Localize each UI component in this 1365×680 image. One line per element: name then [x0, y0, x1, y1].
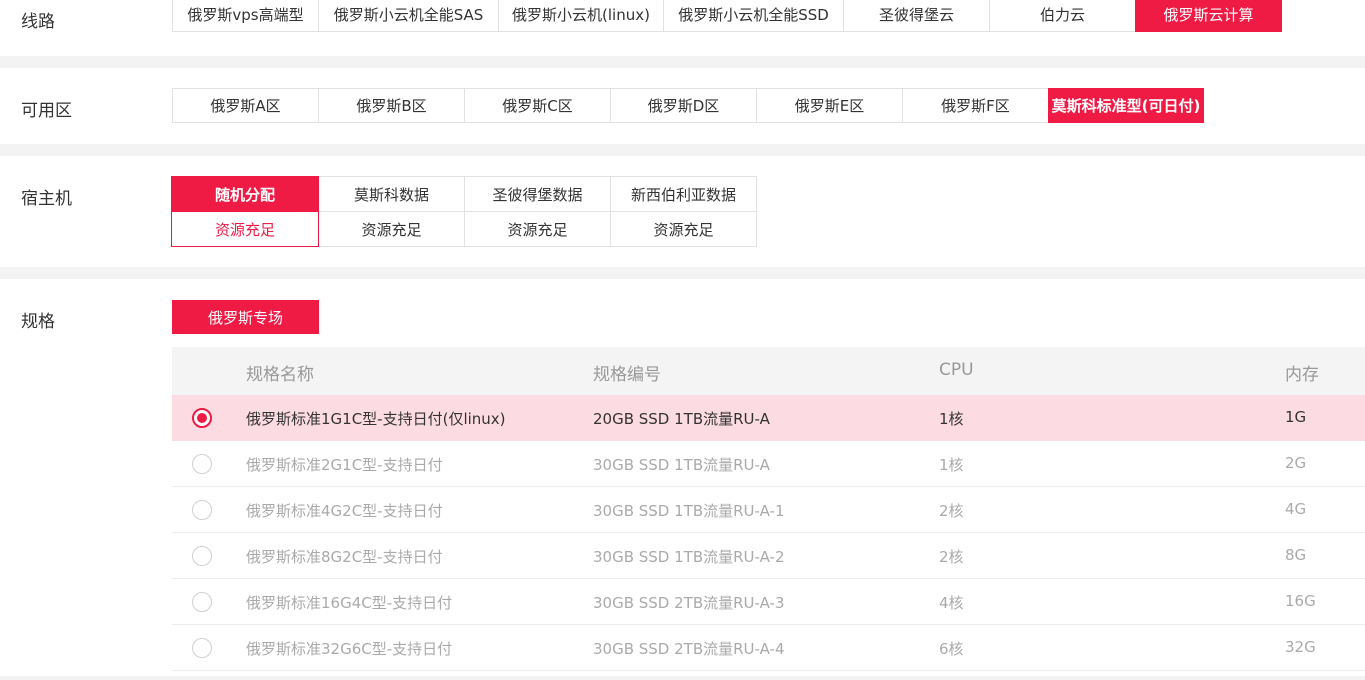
- host-options: 随机分配 莫斯科数据 圣彼得堡数据 新西伯利亚数据 资源充足 资源充足 资源充足…: [171, 176, 757, 247]
- line-option[interactable]: 俄罗斯小云机全能SSD: [663, 0, 844, 32]
- zone-option[interactable]: 俄罗斯C区: [464, 88, 611, 123]
- row-mem: 8G: [1285, 546, 1307, 564]
- row-code: 30GB SSD 1TB流量RU-A: [593, 456, 770, 474]
- line-options: 俄罗斯vps高端型 俄罗斯小云机全能SAS 俄罗斯小云机(linux) 俄罗斯小…: [172, 0, 1282, 32]
- line-option-active[interactable]: 俄罗斯云计算: [1135, 0, 1282, 32]
- row-cpu: 2核: [939, 502, 964, 520]
- line-option[interactable]: 俄罗斯小云机(linux): [498, 0, 664, 32]
- zone-label: 可用区: [21, 101, 72, 121]
- row-name: 俄罗斯标准2G1C型-支持日付: [246, 456, 443, 474]
- line-option[interactable]: 俄罗斯vps高端型: [172, 0, 319, 32]
- table-header: 规格名称 规格编号 CPU 内存: [172, 347, 1365, 395]
- col-header-cpu: CPU: [939, 360, 974, 380]
- row-name: 俄罗斯标准16G4C型-支持日付: [246, 594, 453, 612]
- host-status-active[interactable]: 资源充足: [171, 211, 319, 247]
- row-name: 俄罗斯标准4G2C型-支持日付: [246, 502, 443, 520]
- col-header-mem: 内存: [1285, 365, 1319, 385]
- row-cpu: 6核: [939, 640, 964, 658]
- zone-option[interactable]: 俄罗斯F区: [902, 88, 1049, 123]
- table-row[interactable]: 俄罗斯标准8G2C型-支持日付 30GB SSD 1TB流量RU-A-2 2核 …: [172, 533, 1365, 579]
- row-mem: 1G: [1285, 408, 1307, 426]
- table-row[interactable]: 俄罗斯标准32G6C型-支持日付 30GB SSD 2TB流量RU-A-4 6核…: [172, 625, 1365, 671]
- row-name: 俄罗斯标准32G6C型-支持日付: [246, 640, 453, 658]
- spec-group-button[interactable]: 俄罗斯专场: [172, 300, 319, 334]
- host-option[interactable]: 莫斯科数据: [318, 176, 465, 212]
- line-option[interactable]: 圣彼得堡云: [843, 0, 990, 32]
- spec-section: 规格 俄罗斯专场 规格名称 规格编号 CPU 内存 俄罗斯标准1G1C型-支持日…: [0, 279, 1365, 676]
- host-status[interactable]: 资源充足: [610, 211, 757, 247]
- row-mem: 4G: [1285, 500, 1307, 518]
- zone-option[interactable]: 俄罗斯D区: [610, 88, 757, 123]
- radio-button[interactable]: [192, 500, 212, 520]
- row-code: 20GB SSD 1TB流量RU-A: [593, 410, 770, 428]
- line-section: 线路 俄罗斯vps高端型 俄罗斯小云机全能SAS 俄罗斯小云机(linux) 俄…: [0, 0, 1365, 56]
- row-mem: 16G: [1285, 592, 1316, 610]
- table-row[interactable]: 俄罗斯标准4G2C型-支持日付 30GB SSD 1TB流量RU-A-1 2核 …: [172, 487, 1365, 533]
- radio-button[interactable]: [192, 454, 212, 474]
- row-name: 俄罗斯标准1G1C型-支持日付(仅linux): [246, 410, 506, 428]
- spec-label: 规格: [21, 312, 55, 332]
- table-row-selected[interactable]: 俄罗斯标准1G1C型-支持日付(仅linux) 20GB SSD 1TB流量RU…: [172, 395, 1365, 441]
- row-code: 30GB SSD 1TB流量RU-A-2: [593, 548, 785, 566]
- zone-option[interactable]: 俄罗斯B区: [318, 88, 465, 123]
- radio-button[interactable]: [192, 592, 212, 612]
- line-option[interactable]: 伯力云: [989, 0, 1136, 32]
- col-header-name: 规格名称: [246, 365, 314, 385]
- row-cpu: 2核: [939, 548, 964, 566]
- row-mem: 2G: [1285, 454, 1307, 472]
- host-status[interactable]: 资源充足: [318, 211, 465, 247]
- line-option[interactable]: 俄罗斯小云机全能SAS: [318, 0, 499, 32]
- row-cpu: 1核: [939, 456, 964, 474]
- zone-section: 可用区 俄罗斯A区 俄罗斯B区 俄罗斯C区 俄罗斯D区 俄罗斯E区 俄罗斯F区 …: [0, 68, 1365, 144]
- line-label: 线路: [21, 12, 55, 32]
- host-label: 宿主机: [21, 189, 72, 209]
- row-code: 30GB SSD 2TB流量RU-A-4: [593, 640, 785, 658]
- radio-button[interactable]: [192, 546, 212, 566]
- row-cpu: 1核: [939, 410, 964, 428]
- zone-option[interactable]: 俄罗斯E区: [756, 88, 903, 123]
- spec-table: 规格名称 规格编号 CPU 内存 俄罗斯标准1G1C型-支持日付(仅linux)…: [172, 347, 1365, 671]
- row-name: 俄罗斯标准8G2C型-支持日付: [246, 548, 443, 566]
- host-option[interactable]: 圣彼得堡数据: [464, 176, 611, 212]
- row-code: 30GB SSD 1TB流量RU-A-1: [593, 502, 785, 520]
- zone-option-active[interactable]: 莫斯科标准型(可日付): [1048, 88, 1204, 123]
- radio-button[interactable]: [192, 638, 212, 658]
- host-status[interactable]: 资源充足: [464, 211, 611, 247]
- zone-options: 俄罗斯A区 俄罗斯B区 俄罗斯C区 俄罗斯D区 俄罗斯E区 俄罗斯F区 莫斯科标…: [172, 88, 1204, 123]
- host-option-active[interactable]: 随机分配: [171, 176, 319, 212]
- zone-option[interactable]: 俄罗斯A区: [172, 88, 319, 123]
- table-row[interactable]: 俄罗斯标准16G4C型-支持日付 30GB SSD 2TB流量RU-A-3 4核…: [172, 579, 1365, 625]
- table-row[interactable]: 俄罗斯标准2G1C型-支持日付 30GB SSD 1TB流量RU-A 1核 2G: [172, 441, 1365, 487]
- radio-button-checked[interactable]: [192, 408, 212, 428]
- host-section: 宿主机 随机分配 莫斯科数据 圣彼得堡数据 新西伯利亚数据 资源充足 资源充足 …: [0, 156, 1365, 267]
- row-code: 30GB SSD 2TB流量RU-A-3: [593, 594, 785, 612]
- col-header-code: 规格编号: [593, 365, 661, 385]
- host-option[interactable]: 新西伯利亚数据: [610, 176, 757, 212]
- row-mem: 32G: [1285, 638, 1316, 656]
- row-cpu: 4核: [939, 594, 964, 612]
